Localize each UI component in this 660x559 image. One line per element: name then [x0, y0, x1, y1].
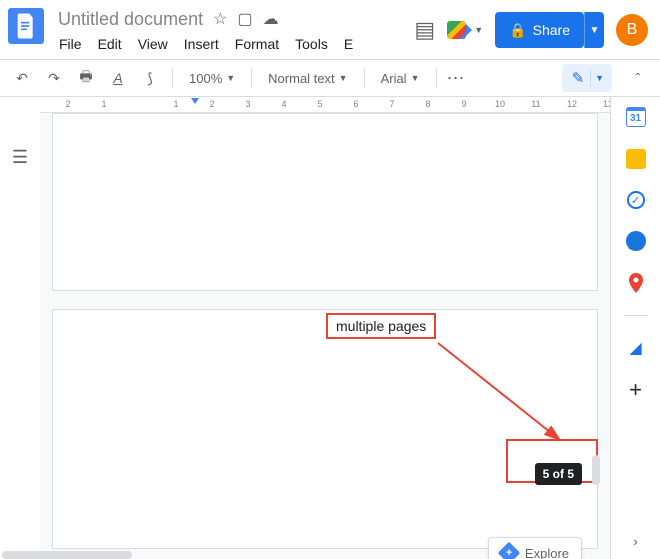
separator — [624, 315, 648, 316]
lock-icon: 🔒 — [509, 22, 526, 39]
chevron-down-icon: ▼ — [339, 73, 348, 83]
tasks-icon[interactable]: ✓ — [627, 191, 645, 209]
menu-format[interactable]: Format — [228, 34, 286, 54]
contacts-icon[interactable]: 👤 — [626, 231, 646, 251]
zoom-value: 100% — [189, 71, 222, 86]
side-panel: 31 ✓ 👤 ◢ + › — [610, 97, 660, 559]
menu-bar: File Edit View Insert Format Tools E — [52, 34, 414, 54]
meet-icon[interactable]: ▼ — [447, 18, 483, 42]
style-select[interactable]: Normal text ▼ — [262, 69, 353, 88]
get-addons-icon[interactable]: + — [626, 380, 646, 400]
separator — [172, 68, 173, 88]
menu-extensions[interactable]: E — [337, 34, 360, 54]
docs-app-icon[interactable] — [8, 8, 44, 44]
chevron-down-icon: ▼ — [226, 73, 235, 83]
page-indicator: 5 of 5 — [535, 463, 582, 485]
share-label: Share — [533, 22, 570, 38]
document-title[interactable]: Untitled document — [58, 9, 203, 30]
vertical-scroll-thumb[interactable] — [592, 455, 600, 485]
account-avatar[interactable]: B — [616, 14, 648, 46]
menu-view[interactable]: View — [131, 34, 175, 54]
move-icon[interactable]: ▢ — [237, 9, 252, 29]
font-value: Arial — [381, 71, 407, 86]
menu-insert[interactable]: Insert — [177, 34, 226, 54]
font-select[interactable]: Arial ▼ — [375, 69, 426, 88]
share-dropdown[interactable]: ▼ — [584, 12, 604, 48]
cloud-status-icon[interactable]: ☁ — [263, 9, 279, 29]
menu-tools[interactable]: Tools — [288, 34, 335, 54]
redo-button[interactable]: ↷ — [42, 66, 66, 90]
chevron-down-icon: ▼ — [591, 73, 608, 83]
paint-format-button[interactable]: ⟆ — [138, 66, 162, 90]
separator — [436, 68, 437, 88]
style-value: Normal text — [268, 71, 334, 86]
explore-button[interactable]: Explore — [488, 537, 582, 559]
zoom-select[interactable]: 100% ▼ — [183, 69, 241, 88]
calendar-icon[interactable]: 31 — [626, 107, 646, 127]
hide-panel-icon[interactable]: › — [633, 533, 638, 549]
star-icon[interactable]: ☆ — [213, 9, 227, 29]
toolbar: ↶ ↷ 🖶 A ⟆ 100% ▼ Normal text ▼ Arial ▼ ⋯… — [0, 59, 660, 97]
more-toolbar-button[interactable]: ⋯ — [447, 68, 466, 89]
print-button[interactable]: 🖶 — [74, 66, 98, 90]
addon-icon[interactable]: ◢ — [626, 338, 646, 358]
pencil-icon: ✎ — [566, 69, 590, 87]
share-button[interactable]: 🔒 Share — [495, 12, 584, 48]
indent-marker-icon[interactable] — [188, 98, 202, 110]
document-area: 2112345678910111213 multiple pages 5 of … — [40, 97, 610, 559]
horizontal-scroll-thumb[interactable] — [2, 551, 132, 559]
maps-icon[interactable] — [626, 273, 646, 293]
chevron-down-icon: ▼ — [411, 73, 420, 83]
undo-button[interactable]: ↶ — [10, 66, 34, 90]
editing-mode-select[interactable]: ✎ ▼ — [562, 64, 612, 92]
menu-file[interactable]: File — [52, 34, 89, 54]
outline-icon[interactable]: ☰ — [12, 147, 28, 168]
spellcheck-button[interactable]: A — [106, 66, 130, 90]
explore-icon — [498, 542, 521, 559]
hide-menus-button[interactable]: ˆ — [626, 66, 650, 90]
separator — [364, 68, 365, 88]
explore-label: Explore — [525, 546, 569, 559]
document-page[interactable] — [52, 113, 598, 291]
annotation-label: multiple pages — [326, 313, 436, 339]
menu-edit[interactable]: Edit — [91, 34, 129, 54]
keep-icon[interactable] — [626, 149, 646, 169]
annotation-arrow-icon — [430, 335, 580, 455]
separator — [251, 68, 252, 88]
comments-icon[interactable]: ▤ — [414, 17, 435, 43]
horizontal-ruler[interactable]: 2112345678910111213 — [40, 97, 610, 113]
